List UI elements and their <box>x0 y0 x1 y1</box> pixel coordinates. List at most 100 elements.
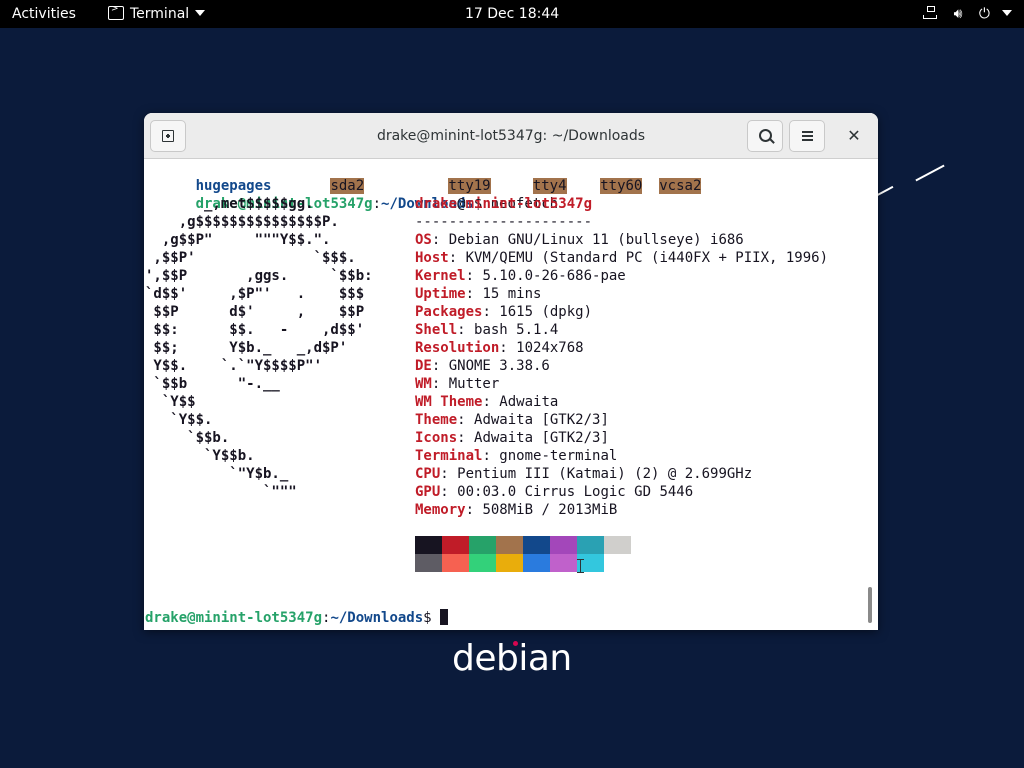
info-key-suffix: : <box>457 412 475 428</box>
new-tab-icon <box>162 130 174 142</box>
power-icon: ⏻ <box>978 6 990 22</box>
color-swatch <box>577 554 604 572</box>
chevron-down-icon <box>1002 10 1012 16</box>
info-key: DE <box>415 358 432 374</box>
debian-logo-dot <box>513 641 518 646</box>
info-row: Memory: 508MiB / 2013MiB <box>415 501 828 519</box>
info-key-suffix: : <box>440 484 458 500</box>
prompt-symbol: $ <box>423 610 432 626</box>
info-row: OS: Debian GNU/Linux 11 (bullseye) i686 <box>415 231 828 249</box>
color-swatch <box>496 536 523 554</box>
close-icon: ✕ <box>847 126 861 145</box>
menu-button[interactable] <box>789 120 825 152</box>
color-swatch <box>550 554 577 572</box>
info-at: @ <box>457 196 466 212</box>
color-swatch <box>496 554 523 572</box>
info-key: WM Theme <box>415 394 483 410</box>
info-value: Adwaita [GTK2/3] <box>474 430 609 446</box>
ascii-art-line: `d$$' ,$P"' . $$$ <box>145 286 365 302</box>
color-palette <box>415 536 631 572</box>
background-decoration <box>915 164 945 182</box>
ascii-art-line: `""" <box>145 484 297 500</box>
info-key: GPU <box>415 484 441 500</box>
system-info: drake@minint-lot5347g ------------------… <box>415 195 828 519</box>
info-key: Theme <box>415 412 458 428</box>
prompt-user-host: drake@minint-lot5347g <box>145 610 323 626</box>
color-swatch <box>469 554 496 572</box>
clock-button[interactable]: 17 Dec 18:44 <box>465 0 559 28</box>
color-swatch <box>469 536 496 554</box>
ascii-art-line: ,g$$P" """Y$$.". <box>145 232 331 248</box>
new-tab-button[interactable] <box>150 120 186 152</box>
info-row: Host: KVM/QEMU (Standard PC (i440FX + PI… <box>415 249 828 267</box>
info-key: Host <box>415 250 449 266</box>
info-row: Terminal: gnome-terminal <box>415 447 828 465</box>
info-key-suffix: : <box>482 394 500 410</box>
info-key-suffix: : <box>457 322 475 338</box>
info-key-suffix: : <box>448 250 466 266</box>
close-button[interactable]: ✕ <box>842 120 866 152</box>
info-key-suffix: : <box>457 430 475 446</box>
info-value: Debian GNU/Linux 11 (bullseye) i686 <box>448 232 744 248</box>
debian-ascii-logo: _,met$$$$$gg. ,g$$$$$$$$$$$$$$$P. ,g$$P"… <box>145 195 373 501</box>
info-key: CPU <box>415 466 441 482</box>
info-key-suffix: : <box>482 448 500 464</box>
info-rows: OS: Debian GNU/Linux 11 (bullseye) i686 H… <box>415 231 828 519</box>
info-value: Adwaita [GTK2/3] <box>474 412 609 428</box>
color-swatch <box>415 536 442 554</box>
info-value: GNOME 3.38.6 <box>448 358 550 374</box>
hamburger-icon <box>802 131 813 141</box>
text-cursor <box>440 609 449 625</box>
color-swatch <box>442 554 469 572</box>
info-value: 1615 (dpkg) <box>499 304 593 320</box>
info-key: Packages <box>415 304 483 320</box>
info-value: gnome-terminal <box>499 448 618 464</box>
info-key: Resolution <box>415 340 500 356</box>
info-separator: --------------------- <box>415 214 593 230</box>
ascii-art-line: Y$$. `.`"Y$$$$P"' <box>145 358 323 374</box>
color-swatch <box>523 554 550 572</box>
info-row: Uptime: 15 mins <box>415 285 828 303</box>
info-value: 15 mins <box>482 286 542 302</box>
info-value: 508MiB / 2013MiB <box>482 502 618 518</box>
info-row: Shell: bash 5.1.4 <box>415 321 828 339</box>
ascii-art-line: `Y$$b. <box>145 448 255 464</box>
ascii-art-line: $$: $$. - ,d$$' <box>145 322 365 338</box>
info-key-suffix: : <box>465 286 483 302</box>
info-value: Mutter <box>448 376 500 392</box>
terminal-window[interactable]: drake@minint-lot5347g: ~/Downloads ✕ hug… <box>144 113 878 630</box>
activities-button[interactable]: Activities <box>12 0 76 28</box>
info-key-suffix: : <box>431 232 449 248</box>
info-value: Adwaita <box>499 394 559 410</box>
ascii-art-line: `$$b. <box>145 430 230 446</box>
list-item: tty60 <box>600 178 643 194</box>
info-value: 1024x768 <box>516 340 584 356</box>
network-icon <box>923 6 938 20</box>
info-row: WM Theme: Adwaita <box>415 393 828 411</box>
scrollbar[interactable] <box>868 587 872 623</box>
info-row: GPU: 00:03.0 Cirrus Logic GD 5446 <box>415 483 828 501</box>
search-icon-handle <box>769 138 775 144</box>
ascii-art-line: `Y$$ <box>145 394 196 410</box>
prompt-path: ~/Downloads <box>330 610 424 626</box>
info-key-suffix: : <box>440 466 458 482</box>
info-row: WM: Mutter <box>415 375 828 393</box>
info-row: Icons: Adwaita [GTK2/3] <box>415 429 828 447</box>
terminal-content[interactable]: hugepages sda2 tty19 tty4 tty60 vcsa2 dr… <box>144 159 866 630</box>
chevron-down-icon <box>195 10 206 16</box>
info-key-suffix: : <box>465 502 483 518</box>
search-button[interactable] <box>747 120 783 152</box>
info-key: Icons <box>415 430 458 446</box>
info-value: 00:03.0 Cirrus Logic GD 5446 <box>457 484 694 500</box>
system-status-menu[interactable]: 🔊︎ ⏻ <box>911 0 1012 28</box>
color-swatch <box>523 536 550 554</box>
ascii-art-line: ,g$$$$$$$$$$$$$$$P. <box>145 214 339 230</box>
app-menu-label: Terminal <box>130 6 190 22</box>
app-menu-button[interactable]: Terminal <box>108 0 206 28</box>
palette-row-bright <box>415 554 631 572</box>
palette-row-normal <box>415 536 631 554</box>
top-bar: Activities Terminal 17 Dec 18:44 🔊︎ ⏻ <box>0 0 1024 28</box>
active-prompt-line[interactable]: drake@minint-lot5347g:~/Downloads$ <box>145 609 449 627</box>
info-row: DE: GNOME 3.38.6 <box>415 357 828 375</box>
window-titlebar[interactable]: drake@minint-lot5347g: ~/Downloads ✕ <box>144 113 878 159</box>
